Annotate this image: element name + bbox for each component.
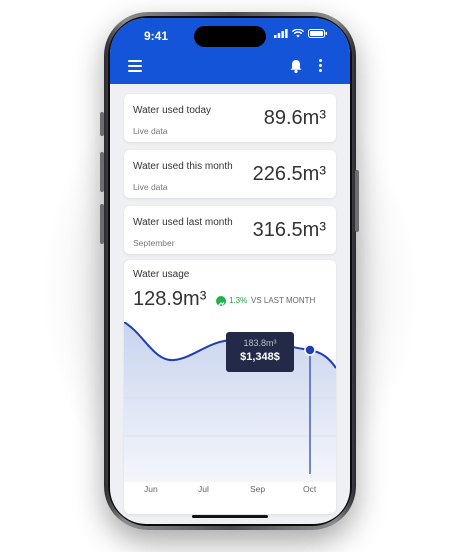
menu-icon[interactable]: [128, 60, 142, 72]
card-value: 89.6m³: [263, 107, 326, 129]
app-header: 9:41: [110, 18, 350, 84]
dynamic-island: [194, 26, 266, 47]
card-subtitle: Live data: [133, 126, 168, 136]
chart-tooltip: 183.8m³ $1,348$: [226, 332, 294, 372]
x-tick-label: Jun: [144, 484, 158, 494]
status-icons: [274, 29, 328, 38]
card-title: Water used this month: [133, 161, 233, 172]
last-month-usage-card[interactable]: Water used last month September 316.5m³: [124, 206, 336, 254]
x-tick-label: Oct: [303, 484, 317, 494]
app-screen: 9:41 Water used today Live data 89.6m³ W…: [110, 18, 350, 524]
card-title: Water used today: [133, 105, 212, 116]
x-tick-label: Jul: [198, 484, 209, 494]
home-indicator[interactable]: [192, 515, 268, 518]
battery-icon: [308, 29, 327, 38]
wifi-icon: [292, 29, 304, 38]
x-tick-label: Sep: [250, 484, 266, 494]
card-subtitle: Live data: [133, 182, 168, 192]
today-usage-card[interactable]: Water used today Live data 89.6m³: [124, 94, 336, 142]
more-vertical-icon[interactable]: [316, 58, 324, 74]
volume-up-button: [100, 152, 104, 192]
volume-down-button: [100, 204, 104, 244]
card-value: 316.5m³: [252, 219, 326, 241]
silent-switch: [100, 112, 104, 136]
card-value: 226.5m³: [252, 163, 326, 185]
month-usage-card[interactable]: Water used this month Live data 226.5m³: [124, 150, 336, 198]
card-title: Water used last month: [133, 217, 233, 228]
focus-point: [304, 344, 316, 356]
usage-title: Water usage: [133, 269, 190, 280]
trend-percent: 1.3%: [229, 296, 248, 305]
trend-up-icon: [216, 296, 226, 306]
status-time: 9:41: [144, 29, 169, 43]
tooltip-volume: 183.8m³: [243, 338, 277, 348]
card-subtitle: September: [133, 238, 175, 248]
power-button: [355, 170, 359, 232]
usage-value: 128.9m³: [133, 288, 207, 310]
trend-label: VS LAST MONTH: [251, 296, 316, 305]
signal-icon: [274, 29, 288, 38]
water-usage-card: Water usage 128.9m³ 1.3% VS LAST MONTH 1…: [124, 260, 336, 514]
tooltip-cost: $1,348$: [240, 351, 280, 363]
bell-icon[interactable]: [288, 58, 304, 74]
